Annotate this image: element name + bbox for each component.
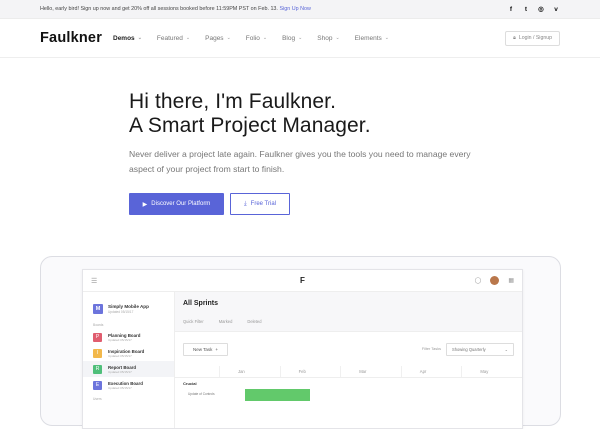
filter-deleted[interactable]: Deleted (247, 319, 261, 324)
nav-featured[interactable]: Featured ⌄ (157, 35, 190, 42)
lock-icon: 🔒︎ (513, 34, 516, 41)
month-label: May (461, 366, 522, 377)
month-label: Mar (340, 366, 401, 377)
filter-marked[interactable]: Marked (219, 319, 233, 324)
nav-folio[interactable]: Folio ⌄ (246, 35, 267, 42)
social-links: f t ◎ v (507, 5, 560, 14)
hamburger-icon[interactable]: ☰ (91, 277, 97, 285)
new-task-button[interactable]: New Task + (183, 342, 228, 356)
month-label: Apr (400, 366, 462, 377)
hero-headline: Hi there, I'm Faulkner. A Smart Project … (129, 90, 371, 137)
promo-text: Hello, early bird! Sign up now and get 2… (40, 6, 311, 12)
free-trial-button[interactable]: ⤓ Free Trial (230, 193, 290, 215)
avatar[interactable] (490, 276, 500, 285)
page-title: All Sprints (183, 300, 219, 307)
download-icon: ⤓ (244, 200, 247, 207)
chevron-down-icon: ⌄ (262, 35, 268, 41)
nav-elements[interactable]: Elements ⌄ (355, 35, 389, 42)
board-item-report[interactable]: R Report Board Updated 05/15/17 (83, 361, 174, 377)
chevron-down-icon: ⌄ (298, 35, 303, 41)
play-icon: ▶ (142, 201, 148, 208)
task-label: Update of Controls (188, 392, 215, 396)
site-logo[interactable]: Faulkner (40, 30, 113, 46)
dribbble-icon[interactable]: ◎ (537, 5, 545, 13)
plus-icon: + (215, 346, 219, 352)
board-item-execution[interactable]: E Execution Board Updated 05/15/17 (83, 377, 174, 393)
boards-label: Boards (93, 323, 104, 327)
sprints-header: All Sprints Quick Filter Marked Deleted (175, 292, 522, 332)
nav-pages[interactable]: Pages ⌄ (205, 35, 231, 42)
chat-icon[interactable]: ◯ (475, 277, 482, 284)
chevron-down-icon: ⌄ (504, 346, 508, 352)
login-button[interactable]: 🔒︎ Login / Signup (505, 30, 560, 46)
sprints-toolbar: New Task + Filter Tasks Showing Quarterl… (175, 332, 522, 366)
twitter-icon[interactable]: t (522, 5, 530, 13)
chevron-down-icon: ⌄ (185, 35, 191, 41)
nav-blog[interactable]: Blog ⌄ (282, 35, 302, 42)
chevron-down-icon: ⌄ (137, 35, 142, 41)
main-nav: Demos ⌄ Featured ⌄ Pages ⌄ Folio ⌄ Blog ⌄ Sho… (113, 35, 404, 42)
chevron-down-icon: ⌄ (226, 35, 231, 41)
app-sidebar: M Simply Mobile App Updated 05/15/17 Boa… (83, 292, 175, 428)
filter-quick[interactable]: Quick Filter (183, 319, 204, 324)
task-bar[interactable] (245, 389, 310, 401)
project-item[interactable]: M Simply Mobile App Updated 05/15/17 (83, 296, 174, 321)
users-label: Users (93, 397, 102, 401)
hero-subtext: Never deliver a project late again. Faul… (129, 149, 471, 174)
app-topbar: ☰ F ◯ ▦ (83, 270, 522, 292)
nav-shop[interactable]: Shop ⌄ (317, 35, 339, 42)
timeline-months: Jan Feb Mar Apr May (175, 366, 522, 378)
group-title: Crucial (183, 381, 197, 386)
vimeo-icon[interactable]: v (552, 5, 560, 13)
project-badge: M (93, 303, 103, 314)
hero-section: Hi there, I'm Faulkner. A Smart Project … (129, 90, 479, 215)
sign-up-link[interactable]: Sign Up Now (279, 6, 310, 12)
month-label: Jan (219, 366, 280, 377)
task-row[interactable]: Update of Controls (175, 389, 522, 401)
app-preview: ☰ F ◯ ▦ M Simply Mobile App Updated 05/1… (82, 269, 523, 429)
period-select[interactable]: Showing Quarterly ⌄ (446, 342, 514, 356)
site-header: Faulkner Demos ⌄ Featured ⌄ Pages ⌄ Folio ⌄ … (0, 19, 600, 58)
month-label: Feb (279, 366, 341, 377)
board-item-planning[interactable]: P Planning Board Updated 05/15/17 (83, 329, 174, 345)
chevron-down-icon: ⌄ (384, 35, 389, 41)
board-item-inspiration[interactable]: I Inspiration Board Updated 05/15/17 (83, 345, 174, 361)
discover-platform-button[interactable]: ▶ Discover Our Platform (129, 193, 224, 215)
calendar-icon[interactable]: ▦ (508, 277, 514, 284)
app-logo: F (300, 276, 305, 285)
app-main: All Sprints Quick Filter Marked Deleted … (175, 292, 522, 428)
announcement-bar: Hello, early bird! Sign up now and get 2… (0, 0, 600, 19)
filter-tasks-label: Filter Tasks (421, 347, 441, 351)
nav-demos[interactable]: Demos ⌄ (113, 35, 142, 42)
chevron-down-icon: ⌄ (335, 35, 340, 41)
facebook-icon[interactable]: f (507, 5, 515, 13)
